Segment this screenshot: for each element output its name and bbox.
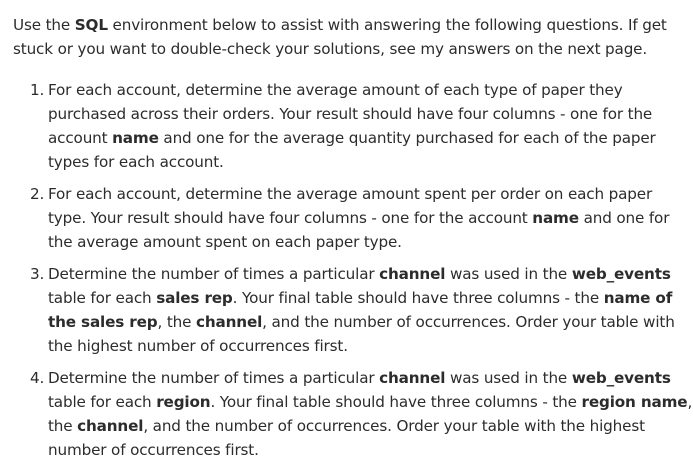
text-run: environment below to assist with answeri… xyxy=(13,16,667,58)
text-run: table for each xyxy=(48,393,157,411)
question-item: 4. Determine the number of times a partic… xyxy=(13,366,693,462)
text-run: was used in the xyxy=(445,265,572,283)
bold-term: web_events xyxy=(571,369,671,387)
bold-term: name xyxy=(112,129,159,147)
question-number: 3. xyxy=(30,265,45,283)
question-item: 2. For each account, determine the averag… xyxy=(13,182,693,254)
bold-term: SQL xyxy=(74,16,108,34)
text-run: Determine the number of times a particul… xyxy=(48,265,380,283)
bold-term: channel xyxy=(379,265,446,283)
question-text: For each account, determine the average … xyxy=(48,81,656,171)
bold-term: channel xyxy=(77,417,144,435)
text-run: . Your final table should have three col… xyxy=(210,393,582,411)
bold-term: name xyxy=(532,209,579,227)
question-item: 3. Determine the number of times a partic… xyxy=(13,262,693,358)
question-number: 4. xyxy=(30,369,45,387)
question-text: Determine the number of times a particul… xyxy=(48,265,675,355)
bold-term: web_events xyxy=(571,265,671,283)
document: Use the SQL environment below to assist … xyxy=(0,0,693,465)
question-number: 2. xyxy=(30,185,45,203)
text-run: table for each xyxy=(48,289,157,307)
question-item: 1. For each account, determine the averag… xyxy=(13,78,693,174)
bold-term: channel xyxy=(379,369,446,387)
question-text: Determine the number of times a particul… xyxy=(48,369,692,459)
text-run: . Your final table should have three col… xyxy=(232,289,604,307)
text-run: Use the xyxy=(13,16,75,34)
text-run: Determine the number of times a particul… xyxy=(48,369,380,387)
bold-term: region xyxy=(156,393,211,411)
bold-term: region name xyxy=(581,393,688,411)
bold-term: channel xyxy=(196,313,263,331)
text-run: , the xyxy=(157,313,197,331)
text-run: was used in the xyxy=(445,369,572,387)
intro-paragraph: Use the SQL environment below to assist … xyxy=(13,13,683,61)
bold-term: sales rep xyxy=(156,289,233,307)
question-number: 1. xyxy=(30,81,45,99)
question-text: For each account, determine the average … xyxy=(48,185,669,251)
